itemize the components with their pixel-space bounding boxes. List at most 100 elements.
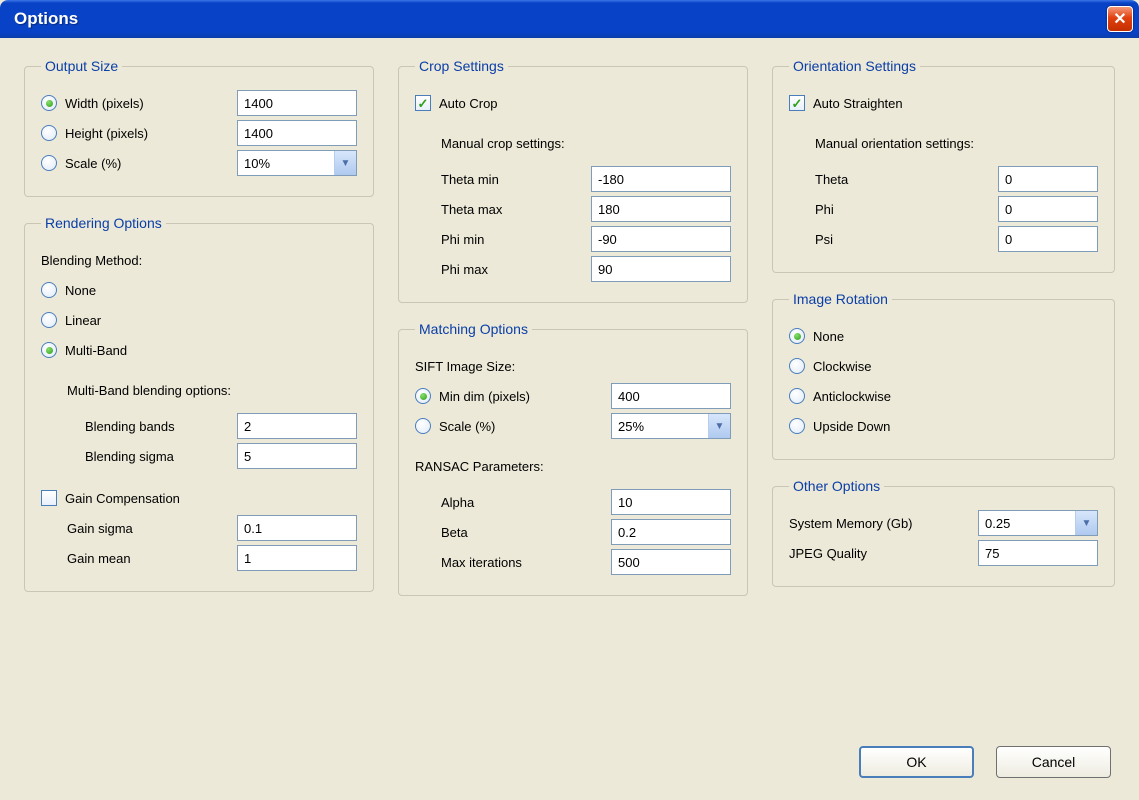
blending-bands-input[interactable] xyxy=(237,413,357,439)
rot-none-label: None xyxy=(813,329,1098,344)
rot-cw-radio[interactable] xyxy=(789,358,805,374)
rot-none-radio[interactable] xyxy=(789,328,805,344)
blend-multiband-label: Multi-Band xyxy=(65,343,357,358)
width-label: Width (pixels) xyxy=(65,96,229,111)
beta-label: Beta xyxy=(441,525,603,540)
blend-none-label: None xyxy=(65,283,357,298)
theta-max-input[interactable] xyxy=(591,196,731,222)
auto-straighten-label: Auto Straighten xyxy=(813,96,1098,111)
gain-comp-label: Gain Compensation xyxy=(65,491,357,506)
other-group: Other Options System Memory (Gb) 0.25 ▼ … xyxy=(772,478,1115,587)
max-iter-label: Max iterations xyxy=(441,555,603,570)
phi-max-label: Phi max xyxy=(441,262,583,277)
theta-input[interactable] xyxy=(998,166,1098,192)
rendering-legend: Rendering Options xyxy=(41,215,166,231)
phi-label: Phi xyxy=(815,202,990,217)
titlebar: Options ✕ xyxy=(0,0,1139,38)
blend-none-radio[interactable] xyxy=(41,282,57,298)
rot-cw-label: Clockwise xyxy=(813,359,1098,374)
sift-scale-value: 25% xyxy=(618,419,644,434)
cancel-button[interactable]: Cancel xyxy=(996,746,1111,778)
sysmem-label: System Memory (Gb) xyxy=(789,516,970,531)
ransac-label: RANSAC Parameters: xyxy=(415,459,731,474)
sift-scale-label: Scale (%) xyxy=(439,419,603,434)
max-iter-input[interactable] xyxy=(611,549,731,575)
blending-bands-label: Blending bands xyxy=(85,419,229,434)
close-icon: ✕ xyxy=(1113,9,1126,29)
crop-legend: Crop Settings xyxy=(415,58,508,74)
blend-linear-label: Linear xyxy=(65,313,357,328)
gain-sigma-label: Gain sigma xyxy=(67,521,229,536)
sift-label: SIFT Image Size: xyxy=(415,359,731,374)
rot-ud-label: Upside Down xyxy=(813,419,1098,434)
auto-crop-checkbox[interactable] xyxy=(415,95,431,111)
scale-label: Scale (%) xyxy=(65,156,229,171)
theta-min-label: Theta min xyxy=(441,172,583,187)
scale-radio[interactable] xyxy=(41,155,57,171)
output-size-group: Output Size Width (pixels) Height (pixel… xyxy=(24,58,374,197)
close-button[interactable]: ✕ xyxy=(1107,6,1133,32)
gain-sigma-input[interactable] xyxy=(237,515,357,541)
beta-input[interactable] xyxy=(611,519,731,545)
theta-max-label: Theta max xyxy=(441,202,583,217)
gain-mean-input[interactable] xyxy=(237,545,357,571)
jpeg-label: JPEG Quality xyxy=(789,546,970,561)
auto-straighten-checkbox[interactable] xyxy=(789,95,805,111)
chevron-down-icon: ▼ xyxy=(1075,511,1097,535)
blending-sigma-input[interactable] xyxy=(237,443,357,469)
blending-sigma-label: Blending sigma xyxy=(85,449,229,464)
height-input[interactable] xyxy=(237,120,357,146)
scale-combo[interactable]: 10% ▼ xyxy=(237,150,357,176)
sift-scale-radio[interactable] xyxy=(415,418,431,434)
blending-method-label: Blending Method: xyxy=(41,253,357,268)
blend-multiband-radio[interactable] xyxy=(41,342,57,358)
rot-ud-radio[interactable] xyxy=(789,418,805,434)
alpha-label: Alpha xyxy=(441,495,603,510)
dialog-body: Output Size Width (pixels) Height (pixel… xyxy=(0,38,1139,630)
matching-legend: Matching Options xyxy=(415,321,532,337)
chevron-down-icon: ▼ xyxy=(334,151,356,175)
blend-linear-radio[interactable] xyxy=(41,312,57,328)
auto-crop-label: Auto Crop xyxy=(439,96,731,111)
window-title: Options xyxy=(14,9,78,29)
gain-comp-checkbox[interactable] xyxy=(41,490,57,506)
psi-input[interactable] xyxy=(998,226,1098,252)
rot-acw-label: Anticlockwise xyxy=(813,389,1098,404)
width-radio[interactable] xyxy=(41,95,57,111)
mb-options-label: Multi-Band blending options: xyxy=(67,383,357,398)
min-dim-input[interactable] xyxy=(611,383,731,409)
orientation-legend: Orientation Settings xyxy=(789,58,920,74)
output-size-legend: Output Size xyxy=(41,58,122,74)
manual-crop-label: Manual crop settings: xyxy=(441,136,731,151)
rot-acw-radio[interactable] xyxy=(789,388,805,404)
other-legend: Other Options xyxy=(789,478,884,494)
phi-max-input[interactable] xyxy=(591,256,731,282)
jpeg-input[interactable] xyxy=(978,540,1098,566)
rotation-legend: Image Rotation xyxy=(789,291,892,307)
matching-group: Matching Options SIFT Image Size: Min di… xyxy=(398,321,748,596)
height-label: Height (pixels) xyxy=(65,126,229,141)
sysmem-combo[interactable]: 0.25 ▼ xyxy=(978,510,1098,536)
dialog-buttons: OK Cancel xyxy=(859,746,1111,778)
phi-min-input[interactable] xyxy=(591,226,731,252)
rotation-group: Image Rotation None Clockwise Anticlockw… xyxy=(772,291,1115,460)
theta-min-input[interactable] xyxy=(591,166,731,192)
orientation-group: Orientation Settings Auto Straighten Man… xyxy=(772,58,1115,273)
sift-scale-combo[interactable]: 25% ▼ xyxy=(611,413,731,439)
alpha-input[interactable] xyxy=(611,489,731,515)
rendering-group: Rendering Options Blending Method: None … xyxy=(24,215,374,592)
psi-label: Psi xyxy=(815,232,990,247)
scale-value: 10% xyxy=(244,156,270,171)
chevron-down-icon: ▼ xyxy=(708,414,730,438)
height-radio[interactable] xyxy=(41,125,57,141)
min-dim-label: Min dim (pixels) xyxy=(439,389,603,404)
gain-mean-label: Gain mean xyxy=(67,551,229,566)
manual-orient-label: Manual orientation settings: xyxy=(815,136,1098,151)
min-dim-radio[interactable] xyxy=(415,388,431,404)
crop-group: Crop Settings Auto Crop Manual crop sett… xyxy=(398,58,748,303)
phi-min-label: Phi min xyxy=(441,232,583,247)
phi-input[interactable] xyxy=(998,196,1098,222)
theta-label: Theta xyxy=(815,172,990,187)
ok-button[interactable]: OK xyxy=(859,746,974,778)
width-input[interactable] xyxy=(237,90,357,116)
